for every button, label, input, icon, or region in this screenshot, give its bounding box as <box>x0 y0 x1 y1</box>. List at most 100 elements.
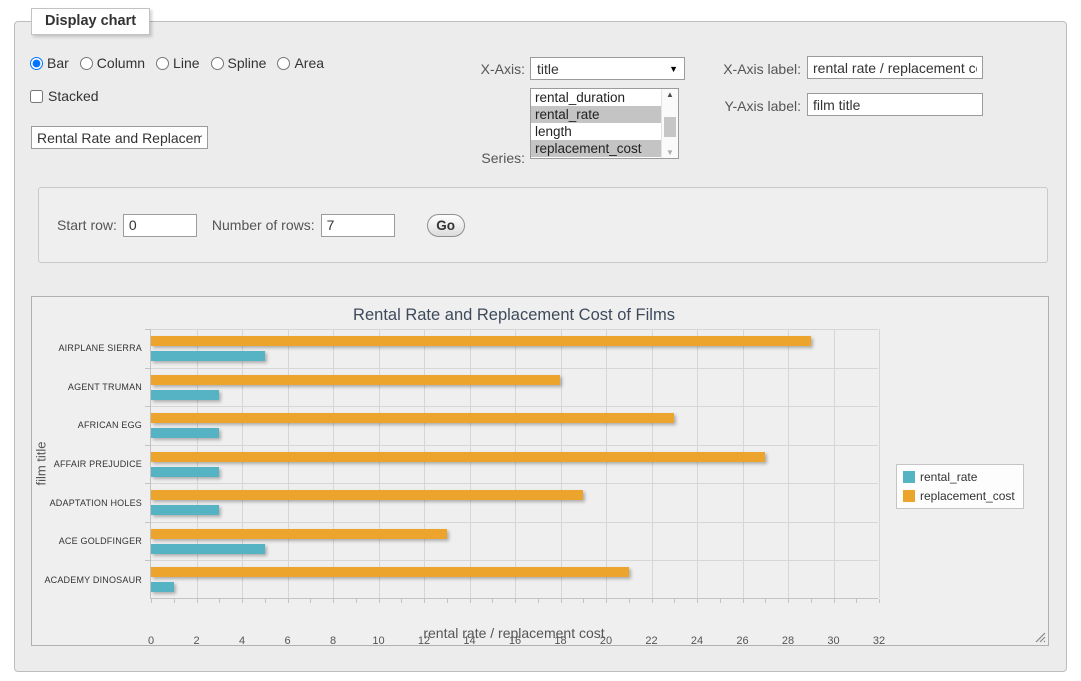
chart-category-labels: AIRPLANE SIERRAAGENT TRUMANAFRICAN EGGAF… <box>32 329 142 599</box>
start-row-input[interactable] <box>123 214 197 237</box>
bar-rental_rate <box>151 582 174 592</box>
x-tick <box>538 599 539 603</box>
chart-type-radio-column[interactable]: Column <box>80 55 145 71</box>
x-tick <box>288 599 289 603</box>
x-tick <box>447 599 448 603</box>
x-tick <box>333 599 334 603</box>
series-option-rental_duration[interactable]: rental_duration <box>531 89 661 106</box>
chart-type-radio-area[interactable]: Area <box>277 55 324 71</box>
x-tick <box>652 599 653 603</box>
x-axis-selected-value: title <box>537 61 559 77</box>
chart-title-input[interactable] <box>31 126 208 149</box>
gridline <box>743 329 744 598</box>
series-option-replacement_cost[interactable]: replacement_cost <box>531 140 661 157</box>
gridline <box>151 329 878 330</box>
chart-type-radio-line[interactable]: Line <box>156 55 199 71</box>
x-tick <box>219 599 220 603</box>
legend-item-replacement_cost[interactable]: replacement_cost <box>903 489 1015 503</box>
y-tick <box>145 560 151 561</box>
chart-x-axis-title: rental rate / replacement cost <box>150 625 878 641</box>
gridline <box>151 522 878 523</box>
bar-rental_rate <box>151 505 219 515</box>
x-axis-label-input[interactable] <box>807 56 983 79</box>
fieldset-legend: Display chart <box>31 8 150 35</box>
bar-rental_rate <box>151 428 219 438</box>
gridline <box>879 329 880 598</box>
x-tick <box>606 599 607 603</box>
gridline <box>515 329 516 598</box>
scroll-down-icon[interactable]: ▼ <box>662 148 678 157</box>
bar-replacement_cost <box>151 336 811 346</box>
bar-replacement_cost <box>151 413 674 423</box>
gridline <box>151 368 878 369</box>
radio-spline[interactable] <box>211 57 224 70</box>
gridline <box>788 329 789 598</box>
gridline <box>197 329 198 598</box>
x-tick <box>743 599 744 603</box>
gridline <box>151 483 878 484</box>
bar-replacement_cost <box>151 567 629 577</box>
y-axis-label-input[interactable] <box>807 93 983 116</box>
legend-label: replacement_cost <box>920 489 1015 503</box>
x-tick <box>174 599 175 603</box>
scrollbar-thumb[interactable] <box>664 117 676 137</box>
x-tick <box>674 599 675 603</box>
x-tick <box>720 599 721 603</box>
y-tick <box>145 522 151 523</box>
category-label: AIRPLANE SIERRA <box>32 343 142 353</box>
x-tick <box>492 599 493 603</box>
gridline <box>379 329 380 598</box>
chart-type-label: Bar <box>47 55 69 71</box>
go-button[interactable]: Go <box>427 214 465 237</box>
category-label: AFFAIR PREJUDICE <box>32 459 142 469</box>
stacked-label[interactable]: Stacked <box>48 88 99 104</box>
x-tick <box>424 599 425 603</box>
chart-type-radio-spline[interactable]: Spline <box>211 55 267 71</box>
bar-replacement_cost <box>151 490 583 500</box>
x-tick <box>265 599 266 603</box>
chart-plot-area: 02468101214161820222426283032 <box>150 329 878 599</box>
chart-type-label: Line <box>173 55 199 71</box>
legend-item-rental_rate[interactable]: rental_rate <box>903 470 1015 484</box>
gridline <box>470 329 471 598</box>
chart-type-radio-bar[interactable]: Bar <box>30 55 69 71</box>
y-tick <box>145 368 151 369</box>
radio-bar[interactable] <box>30 57 43 70</box>
radio-area[interactable] <box>277 57 290 70</box>
x-tick <box>856 599 857 603</box>
x-tick <box>197 599 198 603</box>
display-chart-fieldset: Display chart BarColumnLineSplineArea St… <box>14 21 1067 672</box>
x-tick <box>401 599 402 603</box>
gridline <box>288 329 289 598</box>
chart-type-radio-group: Bar Column Line Spline Area <box>30 55 331 71</box>
x-tick <box>242 599 243 603</box>
chart-title: Rental Rate and Replacement Cost of Film… <box>150 306 878 325</box>
series-option-length[interactable]: length <box>531 123 661 140</box>
y-tick <box>145 406 151 407</box>
series-option-rental_rate[interactable]: rental_rate <box>531 106 661 123</box>
bar-rental_rate <box>151 544 265 554</box>
series-label: Series: <box>405 150 525 166</box>
resize-grip-icon[interactable] <box>1035 632 1046 643</box>
x-tick <box>629 599 630 603</box>
bar-replacement_cost <box>151 375 560 385</box>
series-options: rental_durationrental_ratelengthreplacem… <box>531 89 678 157</box>
radio-line[interactable] <box>156 57 169 70</box>
x-tick <box>697 599 698 603</box>
category-label: ACE GOLDFINGER <box>32 536 142 546</box>
number-of-rows-input[interactable] <box>321 214 395 237</box>
gridline <box>151 560 878 561</box>
gridline <box>333 329 334 598</box>
gridline <box>697 329 698 598</box>
x-tick <box>879 599 880 603</box>
x-tick <box>788 599 789 603</box>
x-tick <box>583 599 584 603</box>
chart-type-label: Spline <box>228 55 267 71</box>
radio-column[interactable] <box>80 57 93 70</box>
gridline <box>561 329 562 598</box>
series-multiselect[interactable]: rental_durationrental_ratelengthreplacem… <box>530 88 679 159</box>
stacked-checkbox[interactable] <box>30 90 43 103</box>
bar-replacement_cost <box>151 529 447 539</box>
gridline <box>652 329 653 598</box>
gridline <box>151 406 878 407</box>
